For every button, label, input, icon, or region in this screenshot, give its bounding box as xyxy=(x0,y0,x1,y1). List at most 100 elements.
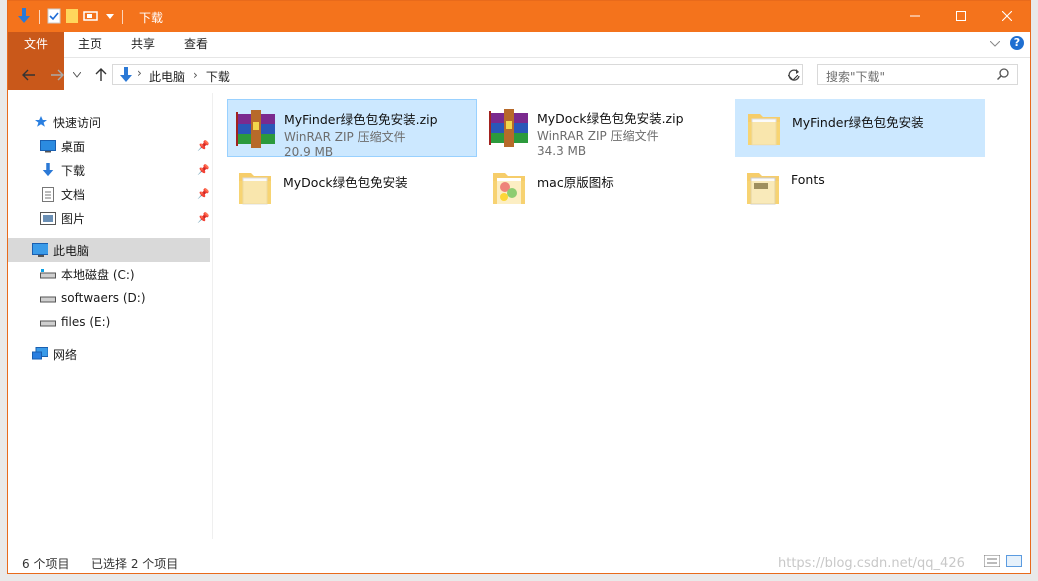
breadcrumb-item-downloads[interactable]: 下载 xyxy=(206,68,230,85)
sidebar-item-desktop[interactable]: 桌面 📌 xyxy=(8,134,210,158)
sidebar-item-label: 快速访问 xyxy=(53,115,102,130)
refresh-icon[interactable] xyxy=(786,66,802,84)
pin-icon[interactable]: 📌 xyxy=(197,189,209,200)
folder-name: Fonts xyxy=(791,172,825,187)
file-item[interactable]: MyDock绿色包免安装.zip WinRAR ZIP 压缩文件 34.3 MB xyxy=(481,99,731,158)
sidebar-item-drive-c[interactable]: 本地磁盘 (C:) xyxy=(8,262,210,286)
winrar-archive-icon xyxy=(234,108,278,150)
customize-dropdown-icon[interactable] xyxy=(105,10,115,24)
toolbar-divider xyxy=(122,10,123,24)
folder-item[interactable]: MyFinder绿色包免安装 xyxy=(735,99,985,157)
folder-icon xyxy=(233,167,277,209)
sidebar-item-label: softwaers (D:) xyxy=(61,291,146,305)
sidebar-item-label: files (E:) xyxy=(61,315,111,329)
winrar-archive-icon xyxy=(487,107,531,149)
ribbon-expand-chevron-icon[interactable] xyxy=(989,36,1001,50)
folder-item[interactable]: mac原版图标 xyxy=(481,159,731,217)
sidebar-item-pictures[interactable]: 图片 📌 xyxy=(8,206,210,230)
sidebar-item-label: 此电脑 xyxy=(53,243,90,258)
rename-icon[interactable] xyxy=(83,10,101,25)
breadcrumb: 此电脑 › 下载 xyxy=(139,68,230,85)
recent-locations-chevron-icon[interactable] xyxy=(72,66,82,84)
folder-name: mac原版图标 xyxy=(537,175,614,190)
drive-icon xyxy=(40,314,56,330)
forward-arrow-icon[interactable] xyxy=(48,66,66,84)
selection-count: 已选择 2 个项目 xyxy=(91,557,179,571)
folder-item[interactable]: Fonts xyxy=(735,159,985,217)
tab-home[interactable]: 主页 xyxy=(78,32,102,57)
sidebar-item-quick-access[interactable]: 快速访问 xyxy=(8,110,210,134)
sidebar-item-documents[interactable]: 文档 📌 xyxy=(8,182,210,206)
search-box[interactable]: 搜索"下载" xyxy=(817,64,1018,85)
sidebar-item-label: 本地磁盘 (C:) xyxy=(61,267,135,282)
ribbon-tabs: 文件 主页 共享 查看 ? xyxy=(8,32,1030,90)
minimize-button[interactable] xyxy=(892,1,938,32)
close-button[interactable] xyxy=(984,1,1030,32)
tab-share[interactable]: 共享 xyxy=(131,32,155,57)
navigation-bar: › 此电脑 › 下载 搜索"下载" xyxy=(8,57,1030,93)
folder-icon xyxy=(487,167,531,209)
drive-icon xyxy=(40,290,56,306)
file-list: MyFinder绿色包免安装.zip WinRAR ZIP 压缩文件 20.9 … xyxy=(213,93,1030,539)
watermark-text: https://blog.csdn.net/qq_426 xyxy=(778,556,965,571)
file-type: WinRAR ZIP 压缩文件 xyxy=(284,130,406,144)
breadcrumb-separator-icon: › xyxy=(193,68,198,82)
sidebar-item-label: 网络 xyxy=(53,347,78,362)
computer-icon xyxy=(32,242,48,258)
download-arrow-icon[interactable] xyxy=(16,7,32,28)
search-placeholder: 搜索"下载" xyxy=(826,70,886,84)
explorer-window: 下载 文件 主页 共享 查看 ? › 此电脑 › 下载 搜索"下载" 快速访问 … xyxy=(7,0,1031,574)
toolbar-divider xyxy=(39,10,40,24)
folder-item[interactable]: MyDock绿色包免安装 xyxy=(227,159,477,217)
window-title: 下载 xyxy=(139,11,164,25)
up-arrow-icon[interactable] xyxy=(92,66,110,84)
desktop-icon xyxy=(40,138,56,154)
search-icon[interactable] xyxy=(996,68,1009,83)
back-arrow-icon[interactable] xyxy=(20,66,38,84)
file-name: MyFinder绿色包免安装.zip xyxy=(284,112,438,127)
folder-name: MyFinder绿色包免安装 xyxy=(792,115,924,130)
maximize-button[interactable] xyxy=(938,1,984,32)
properties-icon[interactable] xyxy=(47,8,61,27)
sidebar-item-downloads[interactable]: 下载 📌 xyxy=(8,158,210,182)
minimize-icon xyxy=(910,10,920,24)
pictures-icon xyxy=(40,210,56,226)
file-size: 20.9 MB xyxy=(284,145,334,159)
item-count: 6 个项目 xyxy=(22,557,70,571)
document-icon xyxy=(40,186,56,202)
maximize-icon xyxy=(956,10,966,24)
sidebar-item-label: 文档 xyxy=(61,187,86,202)
sidebar-item-drive-d[interactable]: softwaers (D:) xyxy=(8,286,210,310)
pin-icon[interactable]: 📌 xyxy=(197,141,209,152)
sidebar-item-label: 桌面 xyxy=(61,139,86,154)
address-bar[interactable]: › 此电脑 › 下载 xyxy=(112,64,803,85)
details-view-icon[interactable] xyxy=(983,554,1001,570)
sidebar-item-drive-e[interactable]: files (E:) xyxy=(8,310,210,334)
sidebar-item-label: 下载 xyxy=(61,163,86,178)
folder-name: MyDock绿色包免安装 xyxy=(283,175,408,190)
file-item[interactable]: MyFinder绿色包免安装.zip WinRAR ZIP 压缩文件 20.9 … xyxy=(227,99,477,159)
file-type: WinRAR ZIP 压缩文件 xyxy=(537,129,659,143)
file-size: 34.3 MB xyxy=(537,144,587,158)
sidebar-item-label: 图片 xyxy=(61,211,86,226)
pin-icon[interactable]: 📌 xyxy=(197,165,209,176)
star-icon xyxy=(33,114,49,130)
folder-icon xyxy=(742,108,786,150)
network-icon xyxy=(32,346,48,362)
sidebar-item-this-pc[interactable]: 此电脑 xyxy=(8,238,210,262)
close-icon xyxy=(1001,10,1013,24)
title-bar: 下载 xyxy=(8,1,1030,32)
download-icon xyxy=(40,162,56,178)
pin-icon[interactable]: 📌 xyxy=(197,213,209,224)
tab-view[interactable]: 查看 xyxy=(184,32,208,57)
drive-icon xyxy=(40,266,56,282)
file-name: MyDock绿色包免安装.zip xyxy=(537,111,684,126)
sidebar-item-network[interactable]: 网络 xyxy=(8,342,210,366)
new-folder-icon[interactable] xyxy=(65,8,79,27)
help-icon[interactable]: ? xyxy=(1010,36,1024,50)
quick-access-toolbar xyxy=(16,7,126,27)
navigation-pane: 快速访问 桌面 📌 下载 📌 文档 📌 图片 📌 此电脑 本地磁盘 (C:) s… xyxy=(8,93,213,539)
folder-icon xyxy=(741,167,785,209)
breadcrumb-item-this-pc[interactable]: 此电脑 xyxy=(139,68,185,85)
large-icons-view-icon[interactable] xyxy=(1006,555,1022,570)
